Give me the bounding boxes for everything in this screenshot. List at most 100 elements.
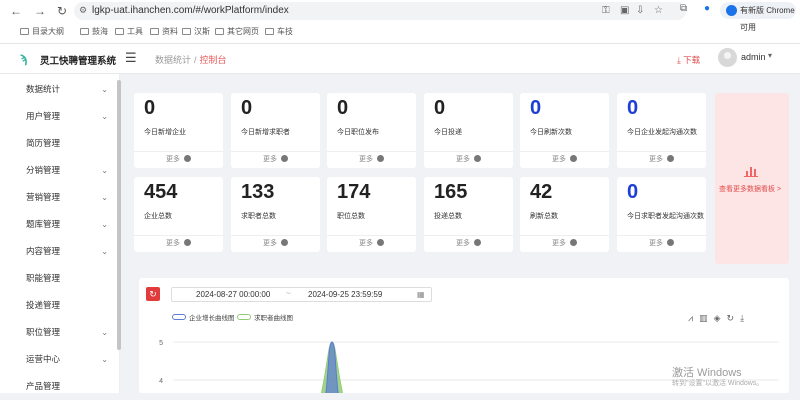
more-button[interactable]: 更多	[327, 235, 416, 252]
profile-icon[interactable]: ●	[704, 3, 710, 14]
stat-card: 0 今日求职者发起沟通次数 更多	[617, 177, 706, 252]
breadcrumb-parent[interactable]: 数据统计	[155, 55, 191, 65]
sidebar-item[interactable]: 职能管理	[0, 265, 118, 292]
avatar[interactable]	[718, 48, 737, 67]
more-button[interactable]: 更多	[617, 151, 706, 168]
stat-card: 0 今日刷新次数 更多	[520, 93, 609, 168]
breadcrumb-current: 控制台	[199, 55, 227, 65]
download-button[interactable]: ⤓ 下载	[677, 54, 700, 66]
app-title: 灵工快聘管理系统	[40, 56, 117, 67]
sidebar-item[interactable]: 题库管理 ⌄	[0, 211, 118, 238]
translate-icon[interactable]: ▣	[620, 5, 629, 16]
bookmark-item[interactable]: 工具	[115, 26, 143, 38]
chevron-down-icon: ⌄	[101, 328, 108, 337]
stat-card: 0 今日职位发布 更多	[327, 93, 416, 168]
sidebar-item-label: 职能管理	[26, 273, 61, 283]
more-label: 更多	[263, 240, 277, 247]
bookmark-item[interactable]: 鼓海	[80, 26, 108, 38]
menu-toggle-icon[interactable]: ☰	[125, 50, 137, 66]
key-icon[interactable]: ⚿	[602, 5, 610, 16]
sidebar-item-label: 产品管理	[26, 381, 61, 391]
more-dashboards-card[interactable]: 查看更多数据看板 >	[715, 93, 789, 264]
stat-value: 0	[337, 97, 349, 119]
update-avatar-icon	[726, 5, 737, 16]
chevron-down-icon: ⌄	[101, 166, 108, 175]
chevron-down-icon[interactable]: ▾	[768, 51, 772, 60]
sidebar-item-label: 营销管理	[26, 192, 61, 202]
url-bar[interactable]: ⚙ lgkp-uat.ihanchen.com/#/workPlatform/i…	[74, 2, 686, 20]
sidebar-item[interactable]: 简历管理	[0, 130, 118, 157]
username[interactable]: admin	[741, 52, 766, 62]
chevron-down-icon: ⌄	[101, 220, 108, 229]
folder-icon	[265, 28, 274, 35]
reload-icon[interactable]: ↻	[54, 3, 70, 19]
stat-card: 0 今日新增企业 更多	[134, 93, 223, 168]
more-label: 更多	[456, 156, 470, 163]
more-button[interactable]: 更多	[424, 235, 513, 252]
more-button[interactable]: 更多	[520, 151, 609, 168]
forward-icon[interactable]: →	[32, 3, 48, 19]
stat-card: 0 今日新增求职者 更多	[231, 93, 320, 168]
sidebar-item-label: 职位管理	[26, 327, 61, 337]
stat-label: 今日投递	[434, 129, 462, 136]
site-info-icon[interactable]: ⚙	[79, 5, 87, 16]
star-icon[interactable]: ☆	[654, 5, 663, 16]
more-button[interactable]: 更多	[520, 235, 609, 252]
windows-watermark-sub: 转到"设置"以激活 Windows。	[672, 380, 764, 387]
chevron-down-icon: ⌄	[101, 112, 108, 121]
sidebar-item-label: 分销管理	[26, 165, 61, 175]
arrow-circle-icon	[281, 239, 288, 246]
arrow-circle-icon	[570, 155, 577, 162]
extensions-icon[interactable]: ⧉	[680, 3, 687, 14]
more-button[interactable]: 更多	[231, 235, 320, 252]
sidebar-item[interactable]: 营销管理 ⌄	[0, 184, 118, 211]
chevron-down-icon: ⌄	[101, 355, 108, 364]
stat-label: 刷新总数	[530, 213, 558, 220]
sidebar-item-label: 内容管理	[26, 246, 61, 256]
sidebar-item-label: 数据统计	[26, 84, 61, 94]
sidebar-item[interactable]: 分销管理 ⌄	[0, 157, 118, 184]
bookmark-item[interactable]: 其它网页	[215, 26, 259, 38]
more-button[interactable]: 更多	[231, 151, 320, 168]
stat-label: 今日新增企业	[144, 129, 186, 136]
stat-value: 165	[434, 181, 468, 203]
folder-icon	[80, 28, 89, 35]
sidebar-item[interactable]: 产品管理	[0, 373, 118, 400]
bookmark-item[interactable]: 资料	[150, 26, 178, 38]
sidebar-item[interactable]: 职位管理 ⌄	[0, 319, 118, 346]
sidebar-item[interactable]: 内容管理 ⌄	[0, 238, 118, 265]
y-tick-label: 4	[159, 378, 163, 385]
sidebar-scrollbar[interactable]	[117, 80, 121, 350]
sidebar-item[interactable]: 用户管理 ⌄	[0, 103, 118, 130]
more-button[interactable]: 更多	[134, 235, 223, 252]
sidebar-item[interactable]: 投递管理	[0, 292, 118, 319]
more-button[interactable]: 更多	[617, 235, 706, 252]
stat-label: 企业总数	[144, 213, 172, 220]
chrome-update-button[interactable]: 有新版 Chrome 可用	[720, 2, 796, 32]
stat-value: 174	[337, 181, 371, 203]
sidebar-item[interactable]: 运营中心 ⌄	[0, 346, 118, 373]
bookmark-item[interactable]: 车技	[265, 26, 293, 38]
more-button[interactable]: 更多	[327, 151, 416, 168]
address-row: ← → ↻ ⚙ lgkp-uat.ihanchen.com/#/workPlat…	[0, 0, 800, 32]
more-button[interactable]: 更多	[424, 151, 513, 168]
more-button[interactable]: 更多	[134, 151, 223, 168]
back-icon[interactable]: ←	[8, 3, 24, 19]
more-label: 更多	[166, 156, 180, 163]
sidebar-item[interactable]: 数据统计 ⌄	[0, 76, 118, 103]
stat-card: 174 职位总数 更多	[327, 177, 416, 252]
bookmarks-bar: 目录大纲 鼓海 工具 资料 汉斯 其它网页 车技	[0, 22, 800, 42]
sidebar: 数据统计 ⌄ 用户管理 ⌄ 简历管理 分销管理 ⌄ 营销管理 ⌄ 题库管理 ⌄ 内容管理 ⌄ 职能管理 投递…	[0, 74, 120, 393]
bookmark-item[interactable]: 汉斯	[182, 26, 210, 38]
install-icon[interactable]: ⇩	[636, 5, 644, 16]
stat-label: 今日新增求职者	[241, 129, 290, 136]
chevron-down-icon: ⌄	[101, 193, 108, 202]
folder-icon	[215, 28, 224, 35]
download-icon: ⤓	[677, 55, 681, 65]
bookmark-item[interactable]: 目录大纲	[20, 26, 64, 38]
arrow-circle-icon	[474, 239, 481, 246]
url-text[interactable]: lgkp-uat.ihanchen.com/#/workPlatform/ind…	[92, 4, 289, 18]
chevron-down-icon: ⌄	[101, 247, 108, 256]
more-dashboards-link[interactable]: 查看更多数据看板 >	[719, 184, 781, 194]
more-label: 更多	[649, 156, 663, 163]
